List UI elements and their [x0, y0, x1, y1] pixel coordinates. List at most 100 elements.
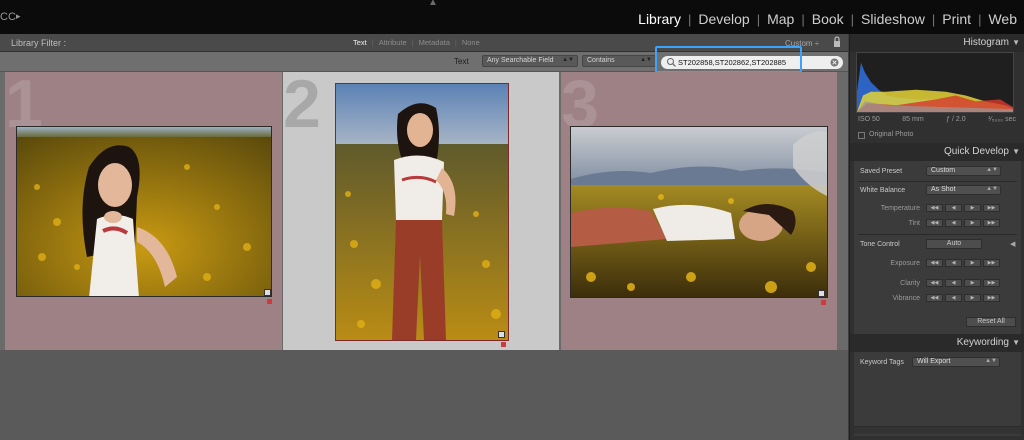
original-photo-checkbox[interactable] — [858, 132, 865, 139]
tint-stepper: ◀◀ ◀ ▶ ▶▶ — [926, 219, 1000, 227]
chevron-updown-icon: ▲▼ — [640, 57, 652, 63]
filter-tab-metadata[interactable]: Metadata — [414, 38, 455, 47]
decrease-large-button[interactable]: ◀◀ — [926, 219, 943, 227]
histogram-chart[interactable] — [856, 52, 1014, 113]
collapse-triangle-icon: ▼ — [1012, 38, 1020, 47]
library-filter-label: Library Filter : — [11, 38, 67, 48]
quick-develop-title: Quick Develop — [943, 146, 1009, 157]
right-panel: Histogram ▼ ISO 50 85 mm ƒ / 2.0 ¹⁄₅₀₀₀ … — [849, 34, 1024, 440]
searchable-field-value: Any Searchable Field — [487, 57, 554, 64]
annotation-highlight-box — [655, 46, 802, 73]
decrease-button[interactable]: ◀ — [945, 294, 962, 302]
grid-cell[interactable]: 1 — [5, 70, 282, 350]
increase-button[interactable]: ▶ — [964, 294, 981, 302]
standing-portrait-image — [336, 84, 508, 340]
vibrance-stepper: ◀◀ ◀ ▶ ▶▶ — [926, 294, 1000, 302]
top-panel-toggle-icon[interactable]: ▲ — [428, 0, 438, 8]
increase-large-button[interactable]: ▶▶ — [983, 294, 1000, 302]
filter-tab-none[interactable]: None — [457, 38, 485, 47]
vibrance-label: Vibrance — [892, 295, 920, 302]
grid-cell[interactable]: 3 — [561, 70, 837, 350]
focal-length-value: 85 mm — [902, 116, 924, 123]
increase-button[interactable]: ▶ — [964, 259, 981, 267]
white-balance-value: As Shot — [931, 186, 956, 193]
filter-tab-text[interactable]: Text — [348, 38, 372, 47]
decrease-large-button[interactable]: ◀◀ — [926, 204, 943, 212]
grid-cell-selected[interactable]: 2 — [283, 66, 559, 350]
increase-large-button[interactable]: ▶▶ — [983, 259, 1000, 267]
white-balance-select[interactable]: As Shot ▲▼ — [926, 185, 1001, 195]
flag-icon — [501, 342, 506, 347]
photo-thumbnail[interactable] — [570, 126, 828, 298]
iso-value: ISO 50 — [858, 116, 880, 123]
aperture-value: ƒ / 2.0 — [946, 116, 966, 123]
grid-empty-area — [0, 350, 848, 440]
tint-label: Tint — [908, 220, 920, 227]
identity-plate-arrow-icon[interactable]: ▸ — [16, 11, 21, 22]
increase-button[interactable]: ▶ — [964, 204, 981, 212]
chevron-updown-icon: ▲▼ — [986, 186, 998, 192]
photo-thumbnail[interactable] — [16, 126, 272, 297]
histogram-panel-header[interactable]: Histogram ▼ — [850, 34, 1024, 52]
text-filter-label: Text — [454, 57, 469, 66]
module-book[interactable]: Book — [805, 11, 851, 27]
chevron-updown-icon: ▲▼ — [985, 358, 997, 364]
photo-thumbnail[interactable] — [335, 83, 509, 341]
exposure-label: Exposure — [890, 260, 920, 267]
cell-index: 2 — [283, 66, 321, 142]
clear-search-icon[interactable] — [830, 58, 839, 67]
flag-icon — [267, 299, 272, 304]
increase-large-button[interactable]: ▶▶ — [983, 204, 1000, 212]
decrease-button[interactable]: ◀ — [945, 279, 962, 287]
increase-large-button[interactable]: ▶▶ — [983, 279, 1000, 287]
module-library[interactable]: Library — [631, 11, 688, 27]
histogram-title: Histogram — [963, 37, 1009, 48]
collapse-triangle-icon: ▼ — [1012, 147, 1020, 156]
badge-icon[interactable] — [264, 289, 271, 296]
expand-triangle-icon[interactable]: ◀ — [1010, 240, 1015, 248]
temperature-stepper: ◀◀ ◀ ▶ ▶▶ — [926, 204, 1000, 212]
module-picker: Library | Develop | Map | Book | Slidesh… — [631, 11, 1024, 27]
photo-grid[interactable]: 1 2 3 — [0, 66, 848, 440]
module-print[interactable]: Print — [935, 11, 978, 27]
white-balance-label: White Balance — [860, 187, 906, 194]
auto-tone-button[interactable]: Auto — [926, 239, 982, 249]
decrease-large-button[interactable]: ◀◀ — [926, 259, 943, 267]
saved-preset-label: Saved Preset — [860, 168, 903, 175]
chevron-updown-icon: ▲▼ — [562, 57, 574, 63]
module-bar: CC ▸ ▲ Library | Develop | Map | Book | … — [0, 0, 1024, 34]
keyword-tags-select[interactable]: Will Export ▲▼ — [912, 357, 1000, 367]
decrease-large-button[interactable]: ◀◀ — [926, 294, 943, 302]
decrease-large-button[interactable]: ◀◀ — [926, 279, 943, 287]
match-rule-value: Contains — [587, 57, 615, 64]
reclining-portrait-image — [571, 127, 827, 297]
module-slideshow[interactable]: Slideshow — [854, 11, 932, 27]
increase-large-button[interactable]: ▶▶ — [983, 219, 1000, 227]
reset-all-button[interactable]: Reset All — [966, 317, 1016, 327]
decrease-button[interactable]: ◀ — [945, 219, 962, 227]
decrease-button[interactable]: ◀ — [945, 204, 962, 212]
clarity-label: Clarity — [900, 280, 920, 287]
shutter-value: ¹⁄₅₀₀₀ sec — [988, 116, 1016, 123]
lock-icon[interactable] — [833, 36, 841, 48]
filter-tab-attribute[interactable]: Attribute — [374, 38, 412, 47]
keyword-tags-label: Keyword Tags — [860, 359, 904, 366]
app-brand: CC — [0, 11, 16, 23]
quick-develop-panel-header[interactable]: Quick Develop ▼ — [850, 143, 1024, 161]
keywording-panel-header[interactable]: Keywording ▼ — [850, 334, 1024, 352]
increase-button[interactable]: ▶ — [964, 219, 981, 227]
module-map[interactable]: Map — [760, 11, 801, 27]
increase-button[interactable]: ▶ — [964, 279, 981, 287]
keywording-footer — [854, 426, 1021, 434]
module-develop[interactable]: Develop — [691, 11, 756, 27]
collapse-triangle-icon: ▼ — [1012, 338, 1020, 347]
module-web[interactable]: Web — [981, 11, 1024, 27]
clarity-stepper: ◀◀ ◀ ▶ ▶▶ — [926, 279, 1000, 287]
keywording-content: Keyword Tags Will Export ▲▼ — [854, 352, 1021, 436]
decrease-button[interactable]: ◀ — [945, 259, 962, 267]
original-photo-label: Original Photo — [869, 131, 914, 138]
badge-icon[interactable] — [498, 331, 505, 338]
saved-preset-select[interactable]: Custom ▲▼ — [926, 166, 1001, 176]
badge-icon[interactable] — [818, 290, 825, 297]
flag-icon — [821, 300, 826, 305]
